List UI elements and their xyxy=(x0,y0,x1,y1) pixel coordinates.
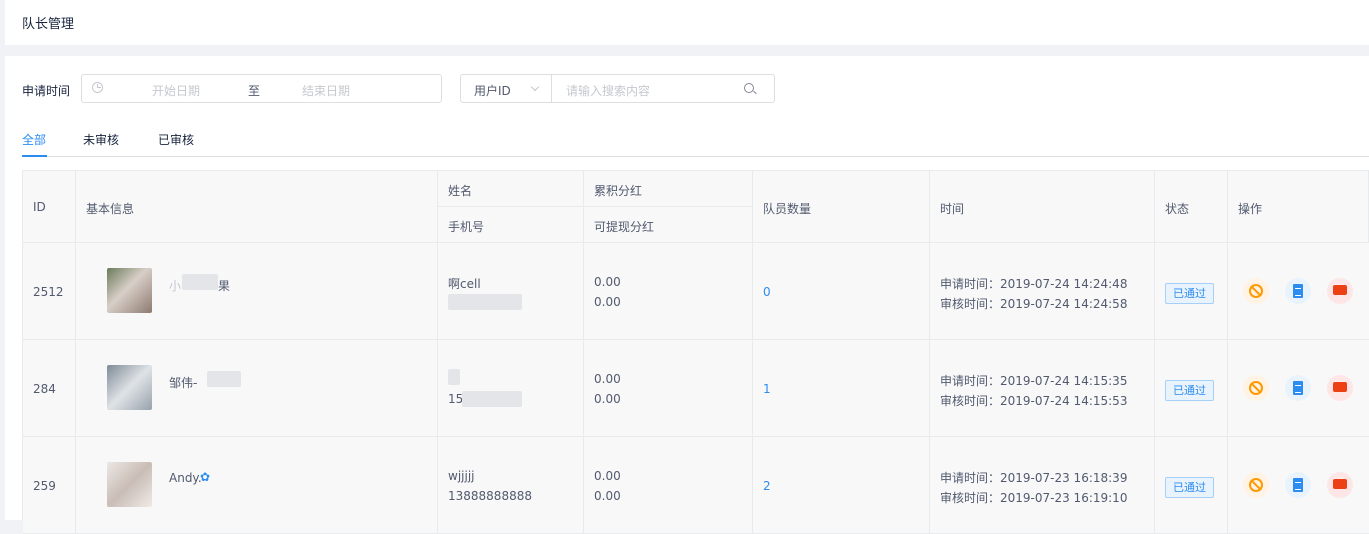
column-header-withdrawable: 可提现分红 xyxy=(584,207,753,243)
nickname-prefix: 小 xyxy=(169,279,182,293)
member-count-link[interactable]: 2 xyxy=(763,479,771,493)
redacted-block xyxy=(207,371,241,387)
date-range-picker[interactable]: 开始日期 至 结束日期 xyxy=(81,74,442,103)
status-tabs: 全部 未审核 已审核 xyxy=(22,128,1369,157)
nickname-prefix: 邹伟- xyxy=(169,376,198,390)
table-row: 284 邹伟- 15 0.00 0.00 1 申请时间：2019-07-24 1… xyxy=(23,340,1369,437)
message-icon[interactable] xyxy=(1327,472,1353,498)
review-time: 审核时间：2019-07-23 16:19:10 xyxy=(940,491,1128,505)
search-field-select[interactable]: 用户ID xyxy=(461,75,552,102)
row-id: 259 xyxy=(33,479,56,493)
member-phone: 15 xyxy=(448,392,464,406)
ban-icon[interactable] xyxy=(1243,375,1269,401)
review-time: 审核时间：2019-07-24 14:15:53 xyxy=(940,394,1128,408)
column-header-id: ID xyxy=(23,171,76,243)
apply-time: 申请时间：2019-07-23 16:18:39 xyxy=(940,471,1128,485)
tab-reviewed[interactable]: 已审核 xyxy=(158,131,194,148)
member-count-link[interactable]: 0 xyxy=(763,285,771,299)
search-icon[interactable] xyxy=(744,83,754,93)
emoji-icon: ✿ xyxy=(200,470,211,484)
column-header-members: 队员数量 xyxy=(753,171,930,243)
row-id: 2512 xyxy=(33,285,64,299)
status-badge: 已通过 xyxy=(1165,380,1214,401)
total-dividend: 0.00 xyxy=(594,275,621,289)
member-phone: 13888888888 xyxy=(448,489,532,503)
document-icon[interactable] xyxy=(1285,278,1311,304)
member-count-link[interactable]: 1 xyxy=(763,382,771,396)
active-tab-indicator xyxy=(22,155,47,157)
withdrawable-dividend: 0.00 xyxy=(594,489,621,503)
table-row: 2512 小 果 啊cell 0.00 0.00 0 申请时间：2019-07-… xyxy=(23,243,1369,340)
withdrawable-dividend: 0.00 xyxy=(594,392,621,406)
column-header-status: 状态 xyxy=(1155,171,1228,243)
avatar xyxy=(107,268,152,313)
end-date-placeholder[interactable]: 结束日期 xyxy=(302,82,350,99)
page-header: 队长管理 xyxy=(5,0,1369,45)
table-row: 259 Andy. ✿ wjjjjj 13888888888 0.00 0.00… xyxy=(23,437,1369,534)
column-header-total-dividend: 累积分红 xyxy=(584,171,753,207)
column-header-actions: 操作 xyxy=(1228,171,1369,243)
redacted-phone xyxy=(448,294,522,310)
search-input[interactable]: 请输入搜索内容 xyxy=(566,82,650,99)
search-group: 用户ID 请输入搜索内容 xyxy=(460,74,775,103)
start-date-placeholder[interactable]: 开始日期 xyxy=(152,82,200,99)
tab-unreviewed[interactable]: 未审核 xyxy=(83,131,119,148)
main-panel: 申请时间 开始日期 至 结束日期 用户ID 请输入搜索内容 全部 未审核 已审核… xyxy=(5,56,1369,534)
row-id: 284 xyxy=(33,382,56,396)
total-dividend: 0.00 xyxy=(594,469,621,483)
nickname: 果 xyxy=(218,279,231,293)
document-icon[interactable] xyxy=(1285,472,1311,498)
member-name: wjjjjj xyxy=(448,469,475,483)
apply-time: 申请时间：2019-07-24 14:24:48 xyxy=(940,277,1128,291)
message-icon[interactable] xyxy=(1327,278,1353,304)
nickname-prefix: Andy. xyxy=(169,471,202,485)
apply-time: 申请时间：2019-07-24 14:15:35 xyxy=(940,374,1128,388)
status-badge: 已通过 xyxy=(1165,283,1214,304)
member-name: 啊cell xyxy=(448,277,481,291)
search-field-label: 用户ID xyxy=(474,84,511,98)
redacted-block xyxy=(182,274,218,290)
redacted-name xyxy=(448,369,460,385)
date-filter-label: 申请时间 xyxy=(22,84,71,98)
column-header-name: 姓名 xyxy=(438,171,584,207)
total-dividend: 0.00 xyxy=(594,372,621,386)
avatar xyxy=(107,365,152,410)
column-header-time: 时间 xyxy=(930,171,1155,243)
avatar xyxy=(107,462,152,507)
clock-icon xyxy=(92,82,103,93)
ban-icon[interactable] xyxy=(1243,472,1269,498)
date-separator: 至 xyxy=(248,84,261,98)
ban-icon[interactable] xyxy=(1243,278,1269,304)
tab-all[interactable]: 全部 xyxy=(22,131,46,148)
message-icon[interactable] xyxy=(1327,375,1353,401)
column-header-phone: 手机号 xyxy=(438,207,584,243)
column-header-basic-info: 基本信息 xyxy=(76,171,438,243)
status-badge: 已通过 xyxy=(1165,477,1214,498)
redacted-phone xyxy=(462,391,522,407)
chevron-down-icon xyxy=(530,82,540,92)
page-title: 队长管理 xyxy=(22,17,75,32)
withdrawable-dividend: 0.00 xyxy=(594,295,621,309)
review-time: 审核时间：2019-07-24 14:24:58 xyxy=(940,297,1128,311)
document-icon[interactable] xyxy=(1285,375,1311,401)
captain-table: ID 基本信息 姓名 手机号 累积分红 可提现分红 队员数量 时间 状态 操作 … xyxy=(22,170,1369,534)
